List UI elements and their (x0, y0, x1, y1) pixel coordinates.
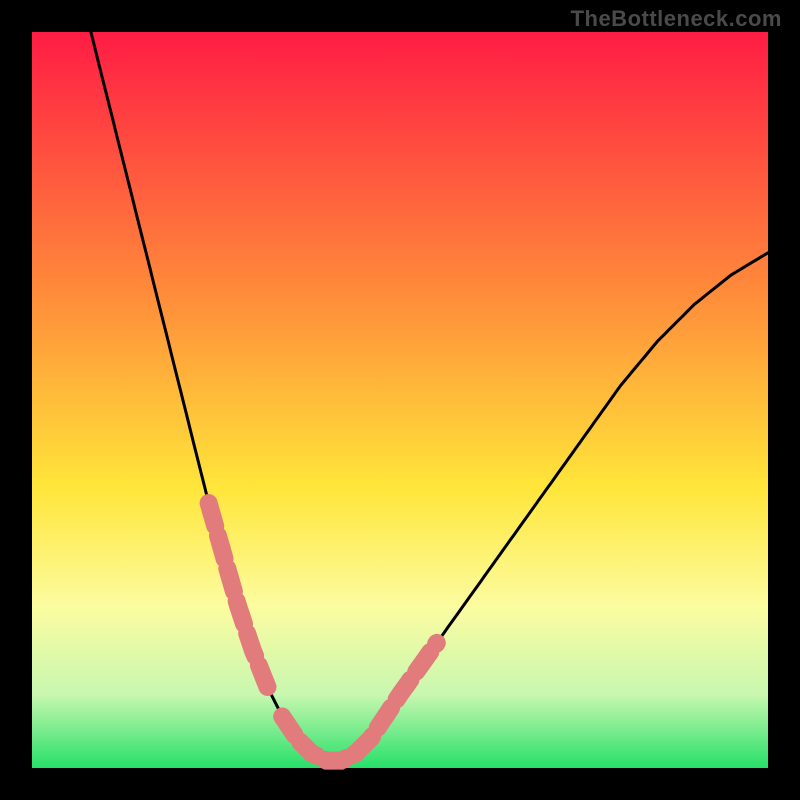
watermark-text: TheBottleneck.com (571, 6, 782, 32)
plot-background (32, 32, 768, 768)
chart-frame: TheBottleneck.com (0, 0, 800, 800)
bottleneck-chart (0, 0, 800, 800)
